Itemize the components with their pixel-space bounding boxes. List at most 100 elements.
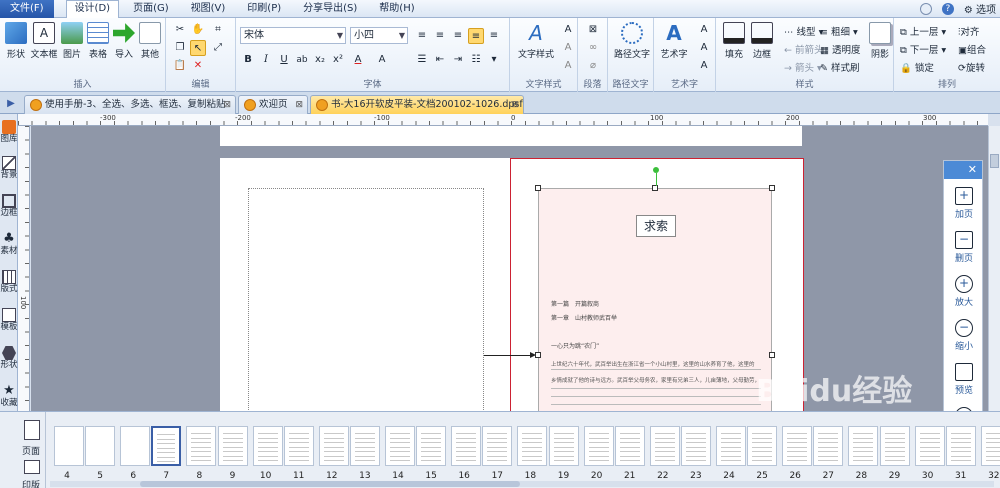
shadow-button[interactable]: 阴影 [866, 22, 894, 60]
doc-tab-welcome[interactable]: 欢迎页 ⊠ [238, 95, 308, 114]
plates-tab[interactable]: 印版 [22, 478, 40, 488]
chapter-title[interactable]: 求索 [636, 215, 676, 237]
underline-icon[interactable]: U [276, 52, 292, 68]
crop-icon[interactable]: ⌗ [210, 22, 226, 38]
text-effect-icon[interactable]: A [374, 52, 390, 68]
text-shape-icon[interactable]: A [560, 22, 576, 38]
bold-icon[interactable]: B [240, 52, 256, 68]
bring-forward-button[interactable]: ⧉ 上一层 ▾ [900, 24, 946, 38]
align-right-icon[interactable]: ≡ [450, 28, 466, 44]
page-thumbnail[interactable] [186, 426, 217, 466]
vertical-scrollbar[interactable] [988, 126, 1000, 411]
page-thumbnail[interactable] [283, 426, 314, 466]
break-link-icon[interactable]: ⌀ [585, 58, 601, 74]
page-thumbnail[interactable] [879, 426, 910, 466]
page-thumbnail[interactable] [217, 426, 248, 466]
copy-icon[interactable]: ❐ [172, 40, 188, 56]
tool-gallery[interactable]: 图库 [0, 120, 18, 144]
close-icon[interactable]: ⊠ [511, 96, 519, 114]
other-button[interactable]: 其他 [136, 22, 164, 60]
menu-file[interactable]: 文件(F) [0, 0, 54, 18]
line-spacing-icon[interactable]: ☰ [414, 52, 430, 68]
rotate-button[interactable]: ⟳旋转 [958, 60, 985, 74]
font-family-select[interactable]: 宋体 ▼ [240, 27, 346, 44]
thumb-scroll-thumb[interactable] [140, 481, 520, 487]
page-thumbnail[interactable] [318, 426, 349, 466]
page-spread[interactable]: 求索 第一篇 开篇叙商 第一章 山村教师武百举 一心只为跳“农门” 上世纪六十年… [220, 158, 804, 411]
page-thumbnail[interactable] [583, 426, 614, 466]
page-thumbnail[interactable] [716, 426, 746, 466]
arrow-button[interactable]: → 箭头 ▾ [784, 60, 822, 74]
doc-tab-book[interactable]: 书-大16开软皮平装-文档200102-1026.dpsf ⊠ [310, 95, 524, 114]
justify-icon[interactable]: ≡ [468, 28, 484, 44]
pages-tab[interactable]: 页面 [22, 444, 40, 457]
shape-button[interactable]: 形状 [2, 22, 30, 60]
select-pointer-icon[interactable]: ↖ [190, 40, 206, 56]
cut-icon[interactable]: ✂ [172, 22, 188, 38]
options-button[interactable]: ⚙ 选项 [964, 1, 996, 16]
page-thumbnail[interactable] [451, 426, 482, 466]
tool-template[interactable]: 模板 [0, 308, 18, 332]
tool-favorites[interactable]: ★ 收藏 [0, 384, 18, 409]
page-thumbnail[interactable] [416, 426, 447, 466]
distribute-icon[interactable]: ≡ [486, 28, 502, 44]
line-type-button[interactable]: ⋯ 线型 ▾ [784, 24, 823, 38]
italic-icon[interactable]: I [258, 52, 274, 68]
import-button[interactable]: 导入 [110, 22, 138, 60]
page-thumbnail[interactable] [945, 426, 976, 466]
close-icon[interactable]: ⊠ [223, 96, 231, 114]
tab-scroll-icon[interactable]: ▶ [3, 96, 19, 112]
zoom-out-button[interactable]: − 缩小 [944, 319, 984, 352]
page-thumbnail[interactable] [151, 426, 182, 466]
font-size-select[interactable]: 小四 ▼ [350, 27, 408, 44]
art-text-button[interactable]: A 艺术字 [656, 22, 692, 60]
text-outline-icon[interactable]: A [560, 40, 576, 56]
image-button[interactable]: 图片 [58, 22, 86, 60]
tool-shape[interactable]: 形状 [0, 346, 18, 370]
text-frame-icon[interactable]: ⊠ [585, 22, 601, 38]
preview-button[interactable]: 预览 [944, 363, 984, 396]
page-thumbnail[interactable] [680, 426, 711, 466]
align-center-icon[interactable]: ≡ [432, 28, 448, 44]
menu-design[interactable]: 设计(D) [65, 0, 120, 19]
page-thumbnail[interactable] [385, 426, 415, 466]
transparency-button[interactable]: ▦ 透明度 [820, 42, 861, 56]
lock-button[interactable]: 🔒 锁定 [900, 60, 934, 74]
border-button[interactable]: 边框 [748, 22, 776, 60]
resize-handle[interactable] [652, 185, 658, 191]
tool-material[interactable]: ♣ 素材 [0, 232, 18, 257]
strikethrough-icon[interactable]: ab [294, 52, 310, 68]
page-thumbnail[interactable] [349, 426, 380, 466]
help-icon[interactable]: ? [941, 2, 954, 15]
fill-button[interactable]: 填充 [720, 22, 748, 60]
transform-icon[interactable]: ⤢ [210, 40, 226, 56]
menu-view[interactable]: 视图(V) [183, 0, 234, 18]
tool-border[interactable]: 边框 [0, 194, 18, 218]
paragraph-more-icon[interactable]: ▾ [486, 52, 502, 68]
combine-button[interactable]: ▣组合 [958, 42, 986, 56]
page-thumbnail[interactable] [782, 426, 813, 466]
menu-help[interactable]: 帮助(H) [371, 0, 422, 18]
art-style-icon[interactable]: A [696, 22, 712, 38]
resize-handle[interactable] [769, 185, 775, 191]
page-thumbnail[interactable] [548, 426, 579, 466]
page-thumbnail[interactable] [649, 426, 680, 466]
selected-text-frame[interactable]: 求索 第一篇 开篇叙商 第一章 山村教师武百举 一心只为跳“农门” 上世纪六十年… [538, 188, 772, 411]
page-thumbnail[interactable] [517, 426, 548, 466]
text-style-button[interactable]: A 文字样式 [516, 22, 556, 60]
page-thumbnail[interactable] [914, 426, 945, 466]
document-canvas[interactable]: 求索 第一篇 开篇叙商 第一章 山村教师武百举 一心只为跳“农门” 上世纪六十年… [31, 126, 988, 411]
art-effect-icon[interactable]: A [696, 58, 712, 74]
art-color-icon[interactable]: A [696, 40, 712, 56]
page-thumbnail[interactable] [85, 426, 116, 466]
path-text-button[interactable]: 路径文字 [612, 22, 652, 60]
close-icon[interactable]: ⊠ [295, 96, 303, 114]
bullet-list-icon[interactable]: ☷ [468, 52, 484, 68]
page-thumbnail[interactable] [482, 426, 513, 466]
page-thumbnail[interactable] [747, 426, 778, 466]
page-thumbnail[interactable] [813, 426, 844, 466]
delete-page-button[interactable]: − 删页 [944, 231, 984, 264]
subscript-icon[interactable]: x₂ [312, 52, 328, 68]
align-button[interactable]: ⫶对齐 [958, 24, 979, 38]
style-brush-button[interactable]: ✎ 样式刷 [820, 60, 860, 74]
